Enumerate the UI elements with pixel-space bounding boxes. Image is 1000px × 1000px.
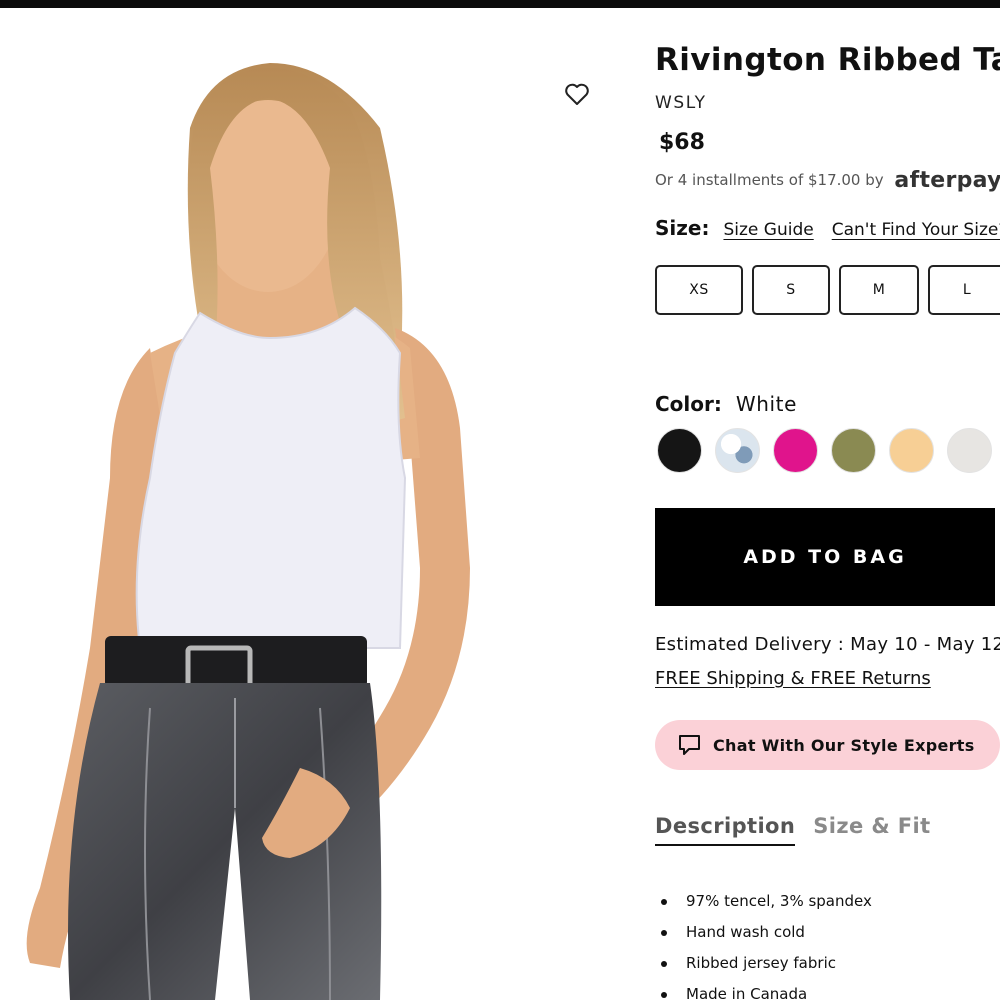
bullet-dot <box>661 960 667 967</box>
size-header: Size: Size Guide Can't Find Your Size? <box>655 216 1000 240</box>
product-price: $68 <box>659 130 705 155</box>
list-item: Made in Canada <box>661 979 872 1000</box>
size-option-xs[interactable]: XS <box>655 265 743 315</box>
color-label: Color: <box>655 392 722 416</box>
wishlist-button[interactable] <box>564 82 594 110</box>
size-option-m[interactable]: M <box>839 265 919 315</box>
bullet-dot <box>661 991 667 998</box>
list-item: 97% tencel, 3% spandex <box>661 886 872 917</box>
size-option-l[interactable]: L <box>928 265 1000 315</box>
color-swatch-olive[interactable] <box>831 428 876 473</box>
product-photo-illustration <box>26 63 470 1000</box>
product-image[interactable] <box>0 8 620 1000</box>
size-options: XS S M L <box>655 265 1000 315</box>
description-bullet-text: 97% tencel, 3% spandex <box>686 892 872 910</box>
installments-info: Or 4 installments of $17.00 by afterpay <box>655 168 1000 193</box>
tab-size-fit[interactable]: Size & Fit <box>813 814 930 846</box>
size-guide-link[interactable]: Size Guide <box>723 220 813 240</box>
product-tabs: Description Size & Fit <box>655 814 949 846</box>
list-item: Ribbed jersey fabric <box>661 948 872 979</box>
product-title: Rivington Ribbed Tank <box>655 42 1000 78</box>
installments-text: Or 4 installments of $17.00 by <box>655 171 884 189</box>
color-swatch-black[interactable] <box>657 428 702 473</box>
chat-bubble-icon <box>679 735 700 755</box>
size-label: Size: <box>655 216 710 240</box>
afterpay-logo[interactable]: afterpay <box>894 168 1000 193</box>
estimated-delivery: Estimated Delivery : May 10 - May 12 <box>655 634 1000 655</box>
bullet-dot <box>661 898 667 905</box>
heart-icon <box>565 83 589 105</box>
product-info-panel: Rivington Ribbed Tank WSLY $68 Or 4 inst… <box>655 0 1000 1000</box>
color-swatch-peach[interactable] <box>889 428 934 473</box>
chat-label: Chat With Our Style Experts <box>713 735 975 755</box>
size-option-s[interactable]: S <box>752 265 830 315</box>
chat-style-experts-button[interactable]: Chat With Our Style Experts <box>655 720 1000 770</box>
description-list: 97% tencel, 3% spandex Hand wash cold Ri… <box>661 886 872 1000</box>
cant-find-size-link[interactable]: Can't Find Your Size? <box>832 220 1000 240</box>
description-bullet-text: Made in Canada <box>686 985 808 1000</box>
selected-color-name: White <box>735 392 798 416</box>
color-swatch-tie-dye[interactable] <box>715 428 760 473</box>
color-header: Color: White <box>655 392 797 416</box>
tab-description[interactable]: Description <box>655 814 796 846</box>
free-shipping-link[interactable]: FREE Shipping & FREE Returns <box>655 668 931 689</box>
color-swatch-magenta[interactable] <box>773 428 818 473</box>
list-item: Hand wash cold <box>661 917 872 948</box>
description-bullet-text: Ribbed jersey fabric <box>686 954 836 972</box>
color-swatches <box>657 428 1000 473</box>
color-swatch-white[interactable] <box>947 428 992 473</box>
description-bullet-text: Hand wash cold <box>686 923 805 941</box>
add-to-bag-button[interactable]: ADD TO BAG <box>655 508 995 606</box>
product-brand[interactable]: WSLY <box>655 93 707 113</box>
bullet-dot <box>661 929 667 936</box>
